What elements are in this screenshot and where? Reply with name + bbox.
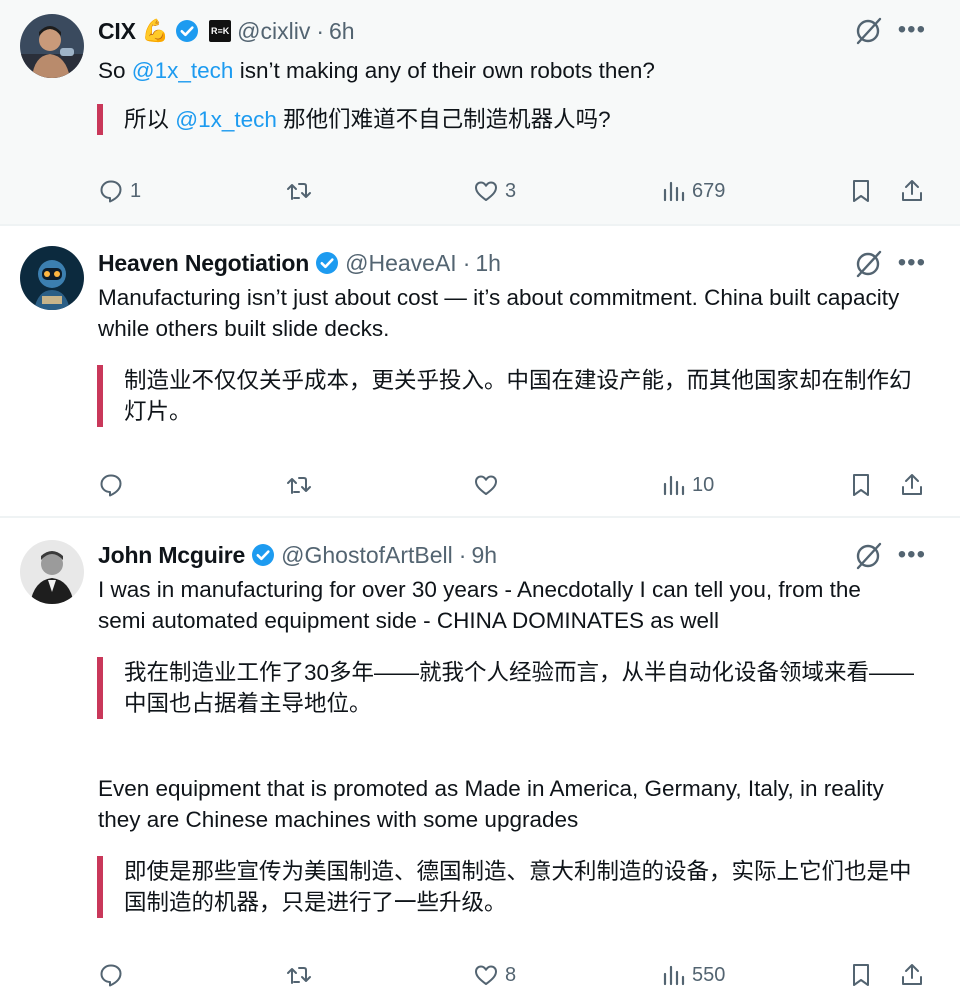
mention-link[interactable]: @1x_tech (132, 58, 234, 83)
translation-suffix: 那他们难道不自己制造机器人吗? (276, 107, 611, 132)
flexed-biceps-icon: 💪 (141, 18, 170, 43)
reply-button[interactable]: 1 (98, 175, 141, 207)
bookmark-button[interactable] (849, 175, 873, 207)
like-button[interactable]: 3 (473, 175, 516, 207)
affiliate-badge-icon[interactable]: R≡K (209, 20, 232, 42)
more-icon[interactable]: ••• (898, 16, 926, 44)
author-name[interactable]: John Mcguire (98, 542, 245, 569)
tweet-header: John Mcguire @GhostofArtBell · 9h (98, 539, 497, 571)
tweet-text: Manufacturing isn’t just about cost — it… (98, 285, 900, 341)
reply-icon (100, 180, 122, 203)
like-button[interactable] (473, 469, 505, 501)
action-bar: 10 (98, 469, 928, 501)
grok-icon[interactable] (854, 248, 884, 278)
tweet-text-suffix: isn’t making any of their own robots the… (233, 58, 655, 83)
share-button[interactable] (899, 959, 925, 991)
avatar[interactable] (20, 540, 84, 604)
tweet-3[interactable]: John Mcguire @GhostofArtBell · 9h ••• I … (0, 518, 960, 1005)
tweet-1[interactable]: CIX 💪 R≡K @cixliv · 6h ••• So @1x_tech i… (0, 0, 960, 224)
bookmark-icon (853, 474, 869, 496)
share-button[interactable] (899, 469, 925, 501)
repost-icon (287, 967, 311, 984)
view-count: 550 (692, 963, 726, 986)
translation-block: 我在制造业工作了30多年——就我个人经验而言，从半自动化设备领域来看——中国也占… (97, 657, 930, 719)
reply-count: 1 (130, 179, 142, 202)
repost-button[interactable] (285, 175, 319, 207)
share-icon (902, 964, 922, 985)
timestamp[interactable]: 9h (471, 542, 497, 569)
translation-block-2: 即使是那些宣传为美国制造、德国制造、意大利制造的设备，实际上它们也是中国制造的机… (97, 856, 930, 918)
affiliate-badge-label: R≡K (209, 20, 232, 42)
tweet-text-prefix: So (98, 58, 132, 83)
views-button[interactable]: 679 (662, 175, 725, 207)
repost-button[interactable] (285, 469, 319, 501)
separator-dot: · (458, 541, 467, 568)
tweet-header: Heaven Negotiation @HeaveAI · 1h (98, 247, 501, 279)
views-icon (663, 181, 685, 202)
action-bar: 8 550 (98, 959, 928, 991)
reply-button[interactable] (98, 959, 130, 991)
bookmark-icon (853, 180, 869, 202)
views-icon (663, 965, 685, 986)
tweet-header: CIX 💪 R≡K @cixliv · 6h (98, 15, 355, 47)
action-bar: 1 3 679 (98, 175, 928, 207)
like-count: 8 (505, 963, 517, 986)
bookmark-button[interactable] (849, 469, 873, 501)
repost-icon (287, 477, 311, 494)
avatar[interactable] (20, 246, 84, 310)
bookmark-button[interactable] (849, 959, 873, 991)
separator-dot: · (316, 17, 325, 44)
author-name[interactable]: Heaven Negotiation (98, 250, 309, 277)
reply-icon (100, 474, 122, 497)
repost-icon (287, 183, 311, 200)
mention-link[interactable]: @1x_tech (175, 107, 277, 132)
like-count: 3 (505, 179, 517, 202)
tweet-text-paragraph-2: Even equipment that is promoted as Made … (98, 776, 884, 832)
more-icon[interactable]: ••• (898, 541, 926, 569)
timestamp[interactable]: 6h (329, 18, 355, 45)
author-handle[interactable]: @HeaveAI (345, 250, 457, 277)
translation-block: 制造业不仅仅关乎成本，更关乎投入。中国在建设产能，而其他国家却在制作幻灯片。 (97, 365, 916, 427)
views-icon (663, 475, 685, 496)
translation-prefix: 所以 (124, 107, 176, 132)
view-count: 679 (692, 179, 726, 202)
author-handle[interactable]: @cixliv (237, 18, 310, 45)
avatar[interactable] (20, 14, 84, 78)
share-icon (902, 474, 922, 495)
views-button[interactable]: 550 (662, 959, 725, 991)
translation-block: 所以 @1x_tech 那他们难道不自己制造机器人吗? (97, 104, 924, 135)
tweet-2[interactable]: Heaven Negotiation @HeaveAI · 1h ••• Man… (0, 226, 960, 516)
verified-badge-icon (251, 543, 275, 567)
share-icon (902, 180, 922, 201)
heart-icon (475, 181, 497, 201)
reply-button[interactable] (98, 469, 130, 501)
repost-button[interactable] (285, 959, 319, 991)
author-handle[interactable]: @GhostofArtBell (281, 542, 453, 569)
tweet-text: So @1x_tech isn’t making any of their ow… (98, 55, 918, 86)
share-button[interactable] (899, 175, 925, 207)
more-icon[interactable]: ••• (898, 249, 926, 277)
tweet-text: I was in manufacturing for over 30 years… (98, 577, 861, 633)
bookmark-icon (853, 964, 869, 986)
verified-badge-icon (175, 19, 199, 43)
views-button[interactable]: 10 (662, 469, 714, 501)
separator-dot: · (462, 249, 471, 276)
author-name[interactable]: CIX (98, 18, 136, 45)
reply-icon (100, 964, 122, 987)
grok-icon[interactable] (854, 15, 884, 45)
timestamp[interactable]: 1h (475, 250, 501, 277)
view-count: 10 (692, 473, 715, 496)
heart-icon (475, 475, 497, 495)
like-button[interactable]: 8 (473, 959, 516, 991)
verified-badge-icon (315, 251, 339, 275)
grok-icon[interactable] (854, 540, 884, 570)
heart-icon (475, 965, 497, 985)
